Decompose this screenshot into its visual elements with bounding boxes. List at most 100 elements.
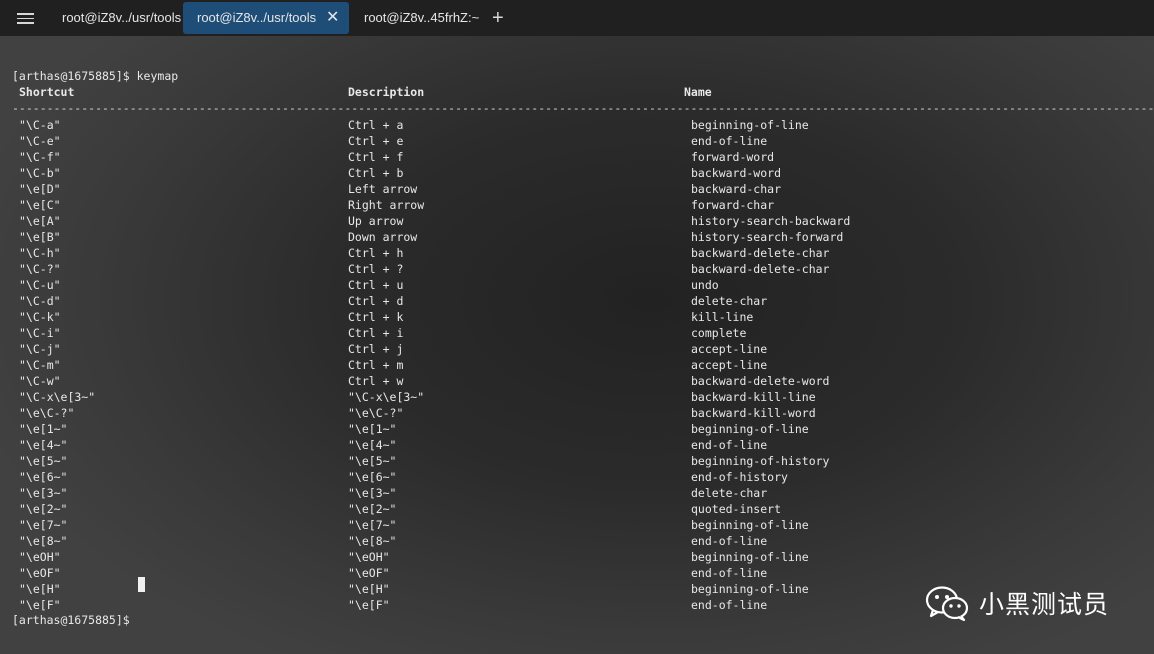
tab-label: root@iZ8v../usr/tools (197, 10, 317, 25)
row-shortcut: "\eOF" (19, 566, 61, 580)
row-name: forward-word (691, 150, 775, 164)
row-description: Ctrl + k (348, 310, 404, 324)
row-description: Ctrl + j (348, 342, 404, 356)
row-description: Ctrl + b (348, 166, 404, 180)
row-shortcut: "\C-h" (19, 246, 61, 260)
row-description: "\eOF" (348, 566, 390, 580)
row-name: accept-line (691, 342, 768, 356)
watermark: 小黑测试员 (925, 583, 1109, 623)
command-line: [arthas@1675885]$ keymap (12, 69, 179, 83)
row-shortcut: "\C-a" (19, 118, 61, 132)
row-description: "\e[7~" (348, 518, 397, 532)
row-description: "\e[3~" (348, 486, 397, 500)
row-name: kill-line (691, 310, 754, 324)
text-cursor (138, 577, 145, 592)
row-name: beginning-of-line (691, 518, 809, 532)
row-name: accept-line (691, 358, 768, 372)
row-name: end-of-line (691, 566, 768, 580)
row-name: undo (691, 278, 719, 292)
tab-label: root@iZ8v..45frhZ:~ (364, 10, 480, 25)
row-description: "\e[1~" (348, 422, 397, 436)
row-shortcut: "\e[A" (19, 214, 61, 228)
header-shortcut: Shortcut (19, 85, 75, 99)
row-shortcut: "\C-i" (19, 326, 61, 340)
row-description: Right arrow (348, 198, 425, 212)
row-shortcut: "\eOH" (19, 550, 61, 564)
tab-label: root@iZ8v../usr/tools (62, 10, 182, 25)
tab-2-active[interactable]: root@iZ8v../usr/tools ✕ (183, 2, 349, 34)
row-description: "\e[4~" (348, 438, 397, 452)
row-name: history-search-forward (691, 230, 844, 244)
row-shortcut: "\e[6~" (19, 470, 68, 484)
tab-3[interactable]: root@iZ8v..45frhZ:~ (364, 2, 482, 34)
row-shortcut: "\e[7~" (19, 518, 68, 532)
row-name: backward-word (691, 166, 782, 180)
row-name: backward-delete-word (691, 374, 830, 388)
row-name: backward-kill-line (691, 390, 816, 404)
header-description: Description (348, 85, 425, 99)
row-description: Ctrl + a (348, 118, 404, 132)
row-description: Left arrow (348, 182, 418, 196)
separator-line: ----------------------------------------… (12, 101, 1154, 115)
row-description: Ctrl + u (348, 278, 404, 292)
row-name: end-of-line (691, 134, 768, 148)
row-shortcut: "\e[D" (19, 182, 61, 196)
row-name: backward-delete-char (691, 262, 830, 276)
row-description: "\e[F" (348, 598, 390, 612)
row-description: Ctrl + d (348, 294, 404, 308)
hamburger-icon[interactable] (17, 13, 34, 24)
row-name: end-of-line (691, 598, 768, 612)
row-shortcut: "\e[8~" (19, 534, 68, 548)
row-description: "\e[H" (348, 582, 390, 596)
row-name: backward-delete-char (691, 246, 830, 260)
row-description: "\eOH" (348, 550, 390, 564)
row-shortcut: "\C-w" (19, 374, 61, 388)
row-description: "\C-x\e[3~" (348, 390, 425, 404)
row-shortcut: "\C-k" (19, 310, 61, 324)
row-description: Ctrl + h (348, 246, 404, 260)
row-shortcut: "\e[2~" (19, 502, 68, 516)
row-shortcut: "\e[F" (19, 598, 61, 612)
row-name: delete-char (691, 486, 768, 500)
row-description: "\e[2~" (348, 502, 397, 516)
row-description: Up arrow (348, 214, 404, 228)
wechat-icon (925, 586, 969, 621)
row-description: Ctrl + e (348, 134, 404, 148)
row-name: complete (691, 326, 747, 340)
row-description: Down arrow (348, 230, 418, 244)
row-shortcut: "\C-j" (19, 342, 61, 356)
row-shortcut: "\e[5~" (19, 454, 68, 468)
tab-1[interactable]: root@iZ8v../usr/tools (62, 2, 182, 34)
row-shortcut: "\C-x\e[3~" (19, 390, 96, 404)
row-description: "\e[5~" (348, 454, 397, 468)
tab-bar: root@iZ8v../usr/tools root@iZ8v../usr/to… (0, 0, 1154, 36)
row-shortcut: "\e[1~" (19, 422, 68, 436)
row-description: "\e[6~" (348, 470, 397, 484)
row-name: delete-char (691, 294, 768, 308)
row-description: Ctrl + f (348, 150, 404, 164)
new-tab-icon[interactable]: + (492, 6, 504, 30)
row-shortcut: "\e[H" (19, 582, 61, 596)
shell-prompt: [arthas@1675885]$ (12, 613, 130, 627)
row-name: forward-char (691, 198, 775, 212)
row-shortcut: "\C-m" (19, 358, 61, 372)
row-name: backward-kill-word (691, 406, 816, 420)
row-shortcut: "\e[4~" (19, 438, 68, 452)
row-shortcut: "\C-e" (19, 134, 61, 148)
row-name: end-of-line (691, 438, 768, 452)
watermark-text: 小黑测试员 (979, 590, 1110, 619)
row-description: Ctrl + w (348, 374, 404, 388)
row-shortcut: "\C-d" (19, 294, 61, 308)
row-name: beginning-of-line (691, 422, 809, 436)
row-name: end-of-history (691, 470, 788, 484)
row-description: "\e[8~" (348, 534, 397, 548)
close-icon[interactable]: ✕ (326, 2, 339, 34)
row-name: beginning-of-history (691, 454, 830, 468)
row-name: quoted-insert (691, 502, 782, 516)
row-shortcut: "\e[C" (19, 198, 61, 212)
row-name: beginning-of-line (691, 582, 809, 596)
row-shortcut: "\e\C-?" (19, 406, 75, 420)
row-description: "\e\C-?" (348, 406, 404, 420)
terminal-pane[interactable]: [arthas@1675885]$ keymap Shortcut Descri… (0, 36, 1154, 654)
row-name: history-search-backward (691, 214, 851, 228)
